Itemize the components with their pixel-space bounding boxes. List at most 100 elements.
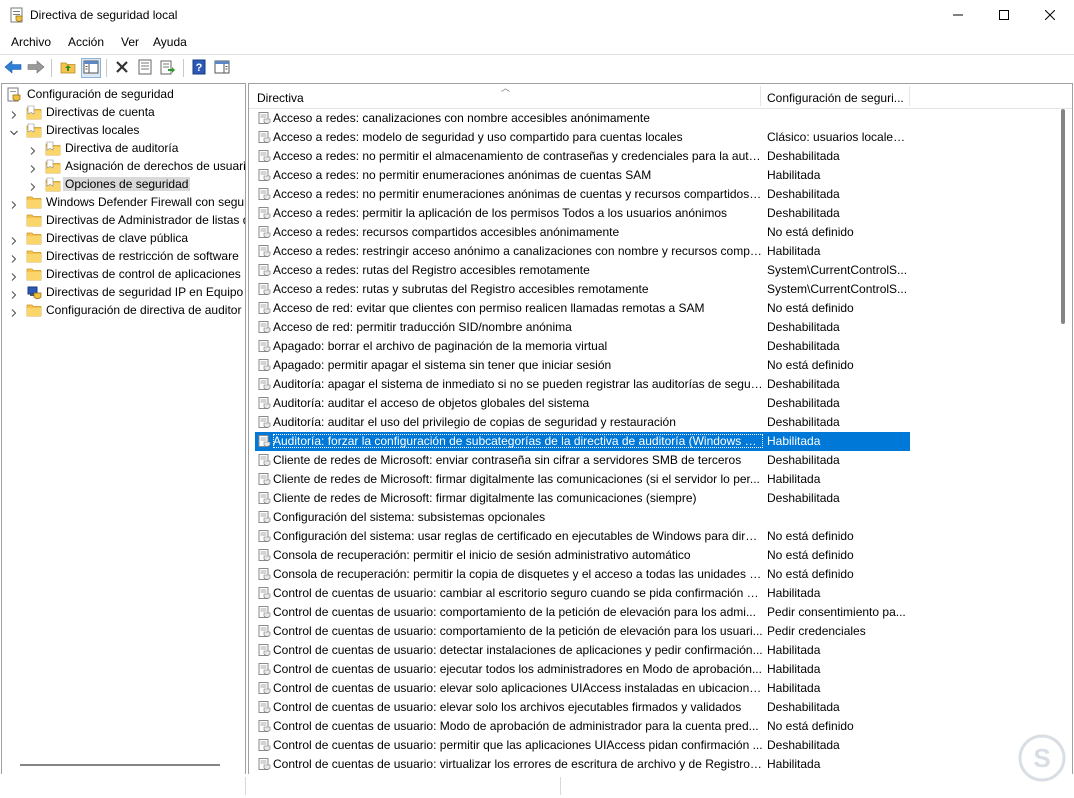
chevron-right-icon[interactable]: [10, 270, 18, 281]
policy-row[interactable]: Acceso a redes: permitir la aplicación d…: [255, 204, 910, 223]
policy-row[interactable]: Acceso a redes: no permitir enumeracione…: [255, 185, 910, 204]
horizontal-scrollbar[interactable]: [20, 764, 220, 766]
policy-row[interactable]: Control de cuentas de usuario: cambiar a…: [255, 584, 910, 603]
tree-item[interactable]: Directivas de restricción de software: [2, 247, 245, 265]
vertical-scrollbar[interactable]: [1061, 109, 1065, 324]
policy-setting: Deshabilitada: [767, 415, 840, 429]
policy-icon: [258, 492, 271, 505]
policy-row[interactable]: Consola de recuperación: permitir la cop…: [255, 565, 910, 584]
policy-row[interactable]: Control de cuentas de usuario: permitir …: [255, 736, 910, 755]
chevron-right-icon[interactable]: [10, 288, 18, 299]
policy-row[interactable]: Control de cuentas de usuario: elevar so…: [255, 698, 910, 717]
tree-item[interactable]: Directivas de Administrador de listas d: [2, 211, 245, 229]
chevron-right-icon[interactable]: [10, 306, 18, 317]
tree-item[interactable]: Asignación de derechos de usuari: [2, 157, 245, 175]
toolbar-separator: [183, 59, 184, 77]
policy-icon: [258, 625, 271, 638]
tree-item[interactable]: Directivas de seguridad IP en Equipo l: [2, 283, 245, 301]
up-level-button[interactable]: [58, 58, 78, 78]
policy-row[interactable]: Apagado: permitir apagar el sistema sin …: [255, 356, 910, 375]
column-header-policy[interactable]: Directiva: [257, 91, 304, 105]
policy-row[interactable]: Acceso a redes: modelo de seguridad y us…: [255, 128, 910, 147]
close-button[interactable]: [1027, 0, 1073, 32]
policy-row[interactable]: Apagado: borrar el archivo de paginación…: [255, 337, 910, 356]
column-header-setting[interactable]: Configuración de seguri...: [767, 91, 904, 105]
tree-item[interactable]: Opciones de seguridad: [2, 175, 245, 193]
policy-row[interactable]: Acceso a redes: no permitir el almacenam…: [255, 147, 910, 166]
help-button[interactable]: ?: [189, 58, 209, 78]
policy-row[interactable]: Auditoría: auditar el uso del privilegio…: [255, 413, 910, 432]
back-button[interactable]: [3, 58, 23, 78]
policy-setting: Habilitada: [767, 757, 821, 771]
policy-name: Acceso a redes: rutas del Registro acces…: [273, 263, 590, 277]
policy-row[interactable]: Control de cuentas de usuario: ejecutar …: [255, 660, 910, 679]
tree-item[interactable]: Directivas locales: [2, 121, 245, 139]
policy-row[interactable]: Auditoría: apagar el sistema de inmediat…: [255, 375, 910, 394]
forward-button[interactable]: [26, 58, 46, 78]
policy-icon: [258, 682, 271, 695]
policy-name: Apagado: borrar el archivo de paginación…: [273, 339, 608, 353]
chevron-right-icon[interactable]: [10, 198, 18, 209]
policy-icon: [258, 283, 271, 296]
policy-name: Consola de recuperación: permitir el ini…: [273, 548, 691, 562]
policy-row[interactable]: Control de cuentas de usuario: elevar so…: [255, 679, 910, 698]
list-header: ︿ Directiva Configuración de seguri...: [249, 84, 1072, 109]
properties-button[interactable]: [135, 58, 155, 78]
policy-row[interactable]: Acceso de red: permitir traducción SID/n…: [255, 318, 910, 337]
chevron-right-icon[interactable]: [10, 216, 18, 224]
menu-archivo[interactable]: Archivo: [11, 35, 51, 49]
delete-button[interactable]: [112, 58, 132, 78]
show-hide-action-pane-button[interactable]: [212, 58, 232, 78]
export-list-button[interactable]: [158, 58, 178, 78]
tree-item[interactable]: Directivas de clave pública: [2, 229, 245, 247]
policy-row[interactable]: Auditoría: auditar el acceso de objetos …: [255, 394, 910, 413]
policy-row[interactable]: Acceso a redes: no permitir enumeracione…: [255, 166, 910, 185]
policy-row[interactable]: Cliente de redes de Microsoft: enviar co…: [255, 451, 910, 470]
policy-setting: Deshabilitada: [767, 396, 840, 410]
tree-item[interactable]: Configuración de directiva de auditor: [2, 301, 245, 319]
policy-row[interactable]: Control de cuentas de usuario: comportam…: [255, 622, 910, 641]
show-hide-tree-button[interactable]: [81, 58, 101, 78]
chevron-right-icon[interactable]: [29, 162, 37, 173]
policy-row[interactable]: Acceso a redes: rutas y subrutas del Reg…: [255, 280, 910, 299]
policy-row[interactable]: Configuración del sistema: usar reglas d…: [255, 527, 910, 546]
policy-setting: Deshabilitada: [767, 320, 840, 334]
policy-row[interactable]: Consola de recuperación: permitir el ini…: [255, 546, 910, 565]
policy-setting: Habilitada: [767, 168, 821, 182]
tree-root[interactable]: Configuración de seguridad: [2, 85, 245, 103]
policy-row[interactable]: Acceso a redes: canalizaciones con nombr…: [255, 109, 910, 128]
policy-row[interactable]: Control de cuentas de usuario: virtualiz…: [255, 755, 910, 774]
policy-row[interactable]: Acceso a redes: recursos compartidos acc…: [255, 223, 910, 242]
chevron-right-icon[interactable]: [10, 252, 18, 263]
chevron-right-icon[interactable]: [29, 180, 37, 191]
tree-item[interactable]: Windows Defender Firewall con segur: [2, 193, 245, 211]
tree-item[interactable]: Directivas de cuenta: [2, 103, 245, 121]
properties-icon: [138, 59, 152, 78]
menu-ver[interactable]: Ver: [121, 35, 139, 49]
up-folder-icon: [60, 60, 76, 77]
policy-row[interactable]: Acceso de red: evitar que clientes con p…: [255, 299, 910, 318]
tree-item[interactable]: Directivas de control de aplicaciones: [2, 265, 245, 283]
policy-row[interactable]: Auditoría: forzar la configuración de su…: [255, 432, 910, 451]
chevron-right-icon[interactable]: [10, 108, 18, 119]
policy-row[interactable]: Acceso a redes: rutas del Registro acces…: [255, 261, 910, 280]
chevron-right-icon[interactable]: [10, 234, 18, 245]
tree-item[interactable]: Directiva de auditoría: [2, 139, 245, 157]
policy-icon: [258, 378, 271, 391]
policy-row[interactable]: Cliente de redes de Microsoft: firmar di…: [255, 470, 910, 489]
policy-row[interactable]: Control de cuentas de usuario: Modo de a…: [255, 717, 910, 736]
policy-row[interactable]: Acceso a redes: restringir acceso anónim…: [255, 242, 910, 261]
chevron-right-icon[interactable]: [29, 144, 37, 155]
menu-accion[interactable]: Acción: [68, 35, 104, 49]
column-divider[interactable]: [760, 86, 761, 106]
policy-row[interactable]: Control de cuentas de usuario: comportam…: [255, 603, 910, 622]
maximize-button[interactable]: [981, 0, 1027, 32]
column-divider[interactable]: [909, 86, 910, 106]
chevron-down-icon[interactable]: [10, 126, 18, 136]
policy-icon: [258, 739, 271, 752]
policy-row[interactable]: Cliente de redes de Microsoft: firmar di…: [255, 489, 910, 508]
policy-row[interactable]: Control de cuentas de usuario: detectar …: [255, 641, 910, 660]
menu-ayuda[interactable]: Ayuda: [153, 35, 187, 49]
policy-row[interactable]: Configuración del sistema: subsistemas o…: [255, 508, 910, 527]
minimize-button[interactable]: [935, 0, 981, 32]
